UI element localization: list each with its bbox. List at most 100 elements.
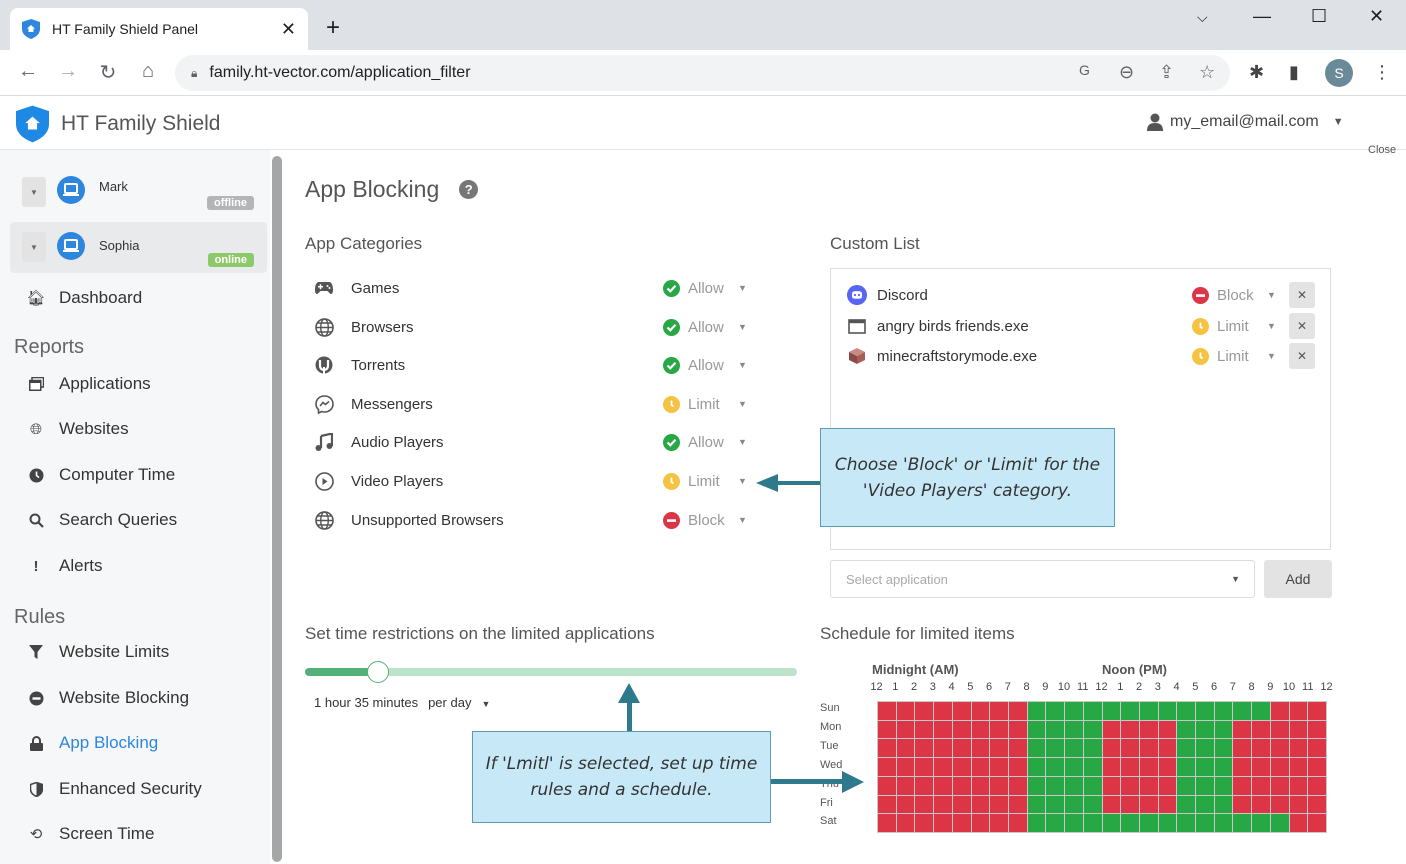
forward-icon[interactable]: →: [56, 60, 80, 83]
schedule-cell-allowed[interactable]: [1065, 702, 1083, 720]
schedule-cell-allowed[interactable]: [1139, 702, 1158, 720]
close-link[interactable]: Close: [1368, 144, 1396, 156]
schedule-cell-blocked[interactable]: [971, 814, 990, 832]
schedule-cell-allowed[interactable]: [1214, 814, 1233, 832]
schedule-cell-blocked[interactable]: [896, 702, 915, 720]
schedule-cell-blocked[interactable]: [1008, 795, 1027, 814]
schedule-cell-allowed[interactable]: [1121, 814, 1139, 832]
app-status-dropdown[interactable]: Limit ▼: [1192, 317, 1276, 335]
schedule-cell-blocked[interactable]: [934, 814, 952, 832]
schedule-cell-blocked[interactable]: [990, 776, 1008, 795]
sidebar-scrollbar[interactable]: [272, 156, 282, 862]
schedule-cell-blocked[interactable]: [952, 814, 971, 832]
schedule-cell-allowed[interactable]: [1177, 739, 1196, 758]
profile-avatar[interactable]: S: [1325, 59, 1353, 87]
schedule-cell-blocked[interactable]: [1308, 758, 1326, 776]
schedule-cell-blocked[interactable]: [878, 758, 896, 776]
schedule-cell-blocked[interactable]: [1289, 739, 1308, 758]
schedule-cell-blocked[interactable]: [990, 795, 1008, 814]
category-status-dropdown[interactable]: Allow ▼: [663, 356, 747, 374]
category-status-dropdown[interactable]: Allow ▼: [663, 318, 747, 336]
schedule-cell-blocked[interactable]: [1008, 776, 1027, 795]
schedule-grid[interactable]: [877, 701, 1327, 833]
schedule-cell-blocked[interactable]: [878, 776, 896, 795]
schedule-cell-blocked[interactable]: [1252, 739, 1270, 758]
menu-kebab-icon[interactable]: ⋮: [1373, 62, 1391, 83]
schedule-cell-blocked[interactable]: [1308, 702, 1326, 720]
schedule-cell-blocked[interactable]: [952, 795, 971, 814]
schedule-cell-blocked[interactable]: [971, 758, 990, 776]
schedule-cell-blocked[interactable]: [990, 702, 1008, 720]
schedule-cell-allowed[interactable]: [1177, 720, 1196, 739]
schedule-cell-allowed[interactable]: [1158, 702, 1177, 720]
add-button[interactable]: Add: [1264, 560, 1332, 598]
reload-icon[interactable]: ↻: [96, 60, 120, 85]
schedule-cell-allowed[interactable]: [1027, 720, 1046, 739]
schedule-cell-blocked[interactable]: [934, 720, 952, 739]
sidebar-item-search-queries[interactable]: Search Queries: [25, 510, 177, 530]
sidebar-item-screen-time[interactable]: ⟲ Screen Time: [25, 824, 155, 844]
schedule-cell-blocked[interactable]: [1102, 795, 1121, 814]
schedule-cell-blocked[interactable]: [952, 720, 971, 739]
schedule-cell-blocked[interactable]: [878, 702, 896, 720]
schedule-cell-allowed[interactable]: [1196, 814, 1214, 832]
schedule-cell-allowed[interactable]: [1233, 702, 1252, 720]
schedule-cell-allowed[interactable]: [1177, 776, 1196, 795]
brand[interactable]: HT Family Shield: [16, 105, 221, 143]
schedule-cell-blocked[interactable]: [1270, 702, 1289, 720]
schedule-cell-allowed[interactable]: [1083, 795, 1102, 814]
schedule-cell-blocked[interactable]: [915, 720, 934, 739]
schedule-cell-blocked[interactable]: [1252, 776, 1270, 795]
schedule-cell-blocked[interactable]: [1308, 795, 1326, 814]
schedule-cell-allowed[interactable]: [1083, 814, 1102, 832]
schedule-cell-allowed[interactable]: [1102, 702, 1121, 720]
schedule-cell-blocked[interactable]: [1289, 776, 1308, 795]
close-tab-icon[interactable]: ✕: [281, 19, 296, 40]
schedule-cell-blocked[interactable]: [878, 795, 896, 814]
schedule-cell-blocked[interactable]: [1233, 795, 1252, 814]
schedule-cell-blocked[interactable]: [1008, 702, 1027, 720]
schedule-cell-blocked[interactable]: [878, 814, 896, 832]
schedule-cell-blocked[interactable]: [1270, 795, 1289, 814]
schedule-cell-blocked[interactable]: [1233, 758, 1252, 776]
schedule-cell-blocked[interactable]: [915, 702, 934, 720]
schedule-cell-allowed[interactable]: [1270, 814, 1289, 832]
schedule-cell-blocked[interactable]: [1308, 814, 1326, 832]
schedule-cell-allowed[interactable]: [1177, 814, 1196, 832]
schedule-cell-blocked[interactable]: [878, 739, 896, 758]
sidebar-item-alerts[interactable]: ! Alerts: [25, 556, 103, 576]
schedule-cell-allowed[interactable]: [1102, 814, 1121, 832]
schedule-cell-allowed[interactable]: [1196, 739, 1214, 758]
schedule-cell-blocked[interactable]: [1102, 776, 1121, 795]
schedule-cell-blocked[interactable]: [1233, 720, 1252, 739]
schedule-cell-blocked[interactable]: [896, 758, 915, 776]
schedule-cell-allowed[interactable]: [1121, 702, 1139, 720]
schedule-cell-allowed[interactable]: [1196, 702, 1214, 720]
minimize-icon[interactable]: —: [1253, 6, 1271, 27]
schedule-cell-blocked[interactable]: [1252, 720, 1270, 739]
schedule-cell-blocked[interactable]: [1252, 795, 1270, 814]
schedule-cell-allowed[interactable]: [1027, 795, 1046, 814]
schedule-cell-allowed[interactable]: [1027, 776, 1046, 795]
schedule-cell-allowed[interactable]: [1046, 720, 1065, 739]
schedule-cell-blocked[interactable]: [990, 739, 1008, 758]
sidebar-item-website-blocking[interactable]: Website Blocking: [25, 688, 189, 708]
schedule-cell-blocked[interactable]: [1008, 720, 1027, 739]
side-panel-icon[interactable]: ▮: [1289, 62, 1299, 83]
schedule-cell-blocked[interactable]: [1289, 702, 1308, 720]
schedule-cell-allowed[interactable]: [1065, 720, 1083, 739]
schedule-cell-allowed[interactable]: [1027, 814, 1046, 832]
schedule-cell-allowed[interactable]: [1214, 758, 1233, 776]
schedule-cell-allowed[interactable]: [1233, 814, 1252, 832]
schedule-cell-allowed[interactable]: [1252, 814, 1270, 832]
schedule-cell-blocked[interactable]: [952, 702, 971, 720]
schedule-cell-blocked[interactable]: [1308, 776, 1326, 795]
schedule-cell-blocked[interactable]: [1102, 739, 1121, 758]
sidebar-item-app-blocking[interactable]: App Blocking: [25, 733, 158, 753]
schedule-cell-blocked[interactable]: [915, 814, 934, 832]
schedule-cell-allowed[interactable]: [1065, 739, 1083, 758]
schedule-cell-blocked[interactable]: [1308, 739, 1326, 758]
schedule-cell-allowed[interactable]: [1214, 739, 1233, 758]
extensions-icon[interactable]: ✱: [1249, 62, 1264, 83]
schedule-cell-blocked[interactable]: [1289, 814, 1308, 832]
